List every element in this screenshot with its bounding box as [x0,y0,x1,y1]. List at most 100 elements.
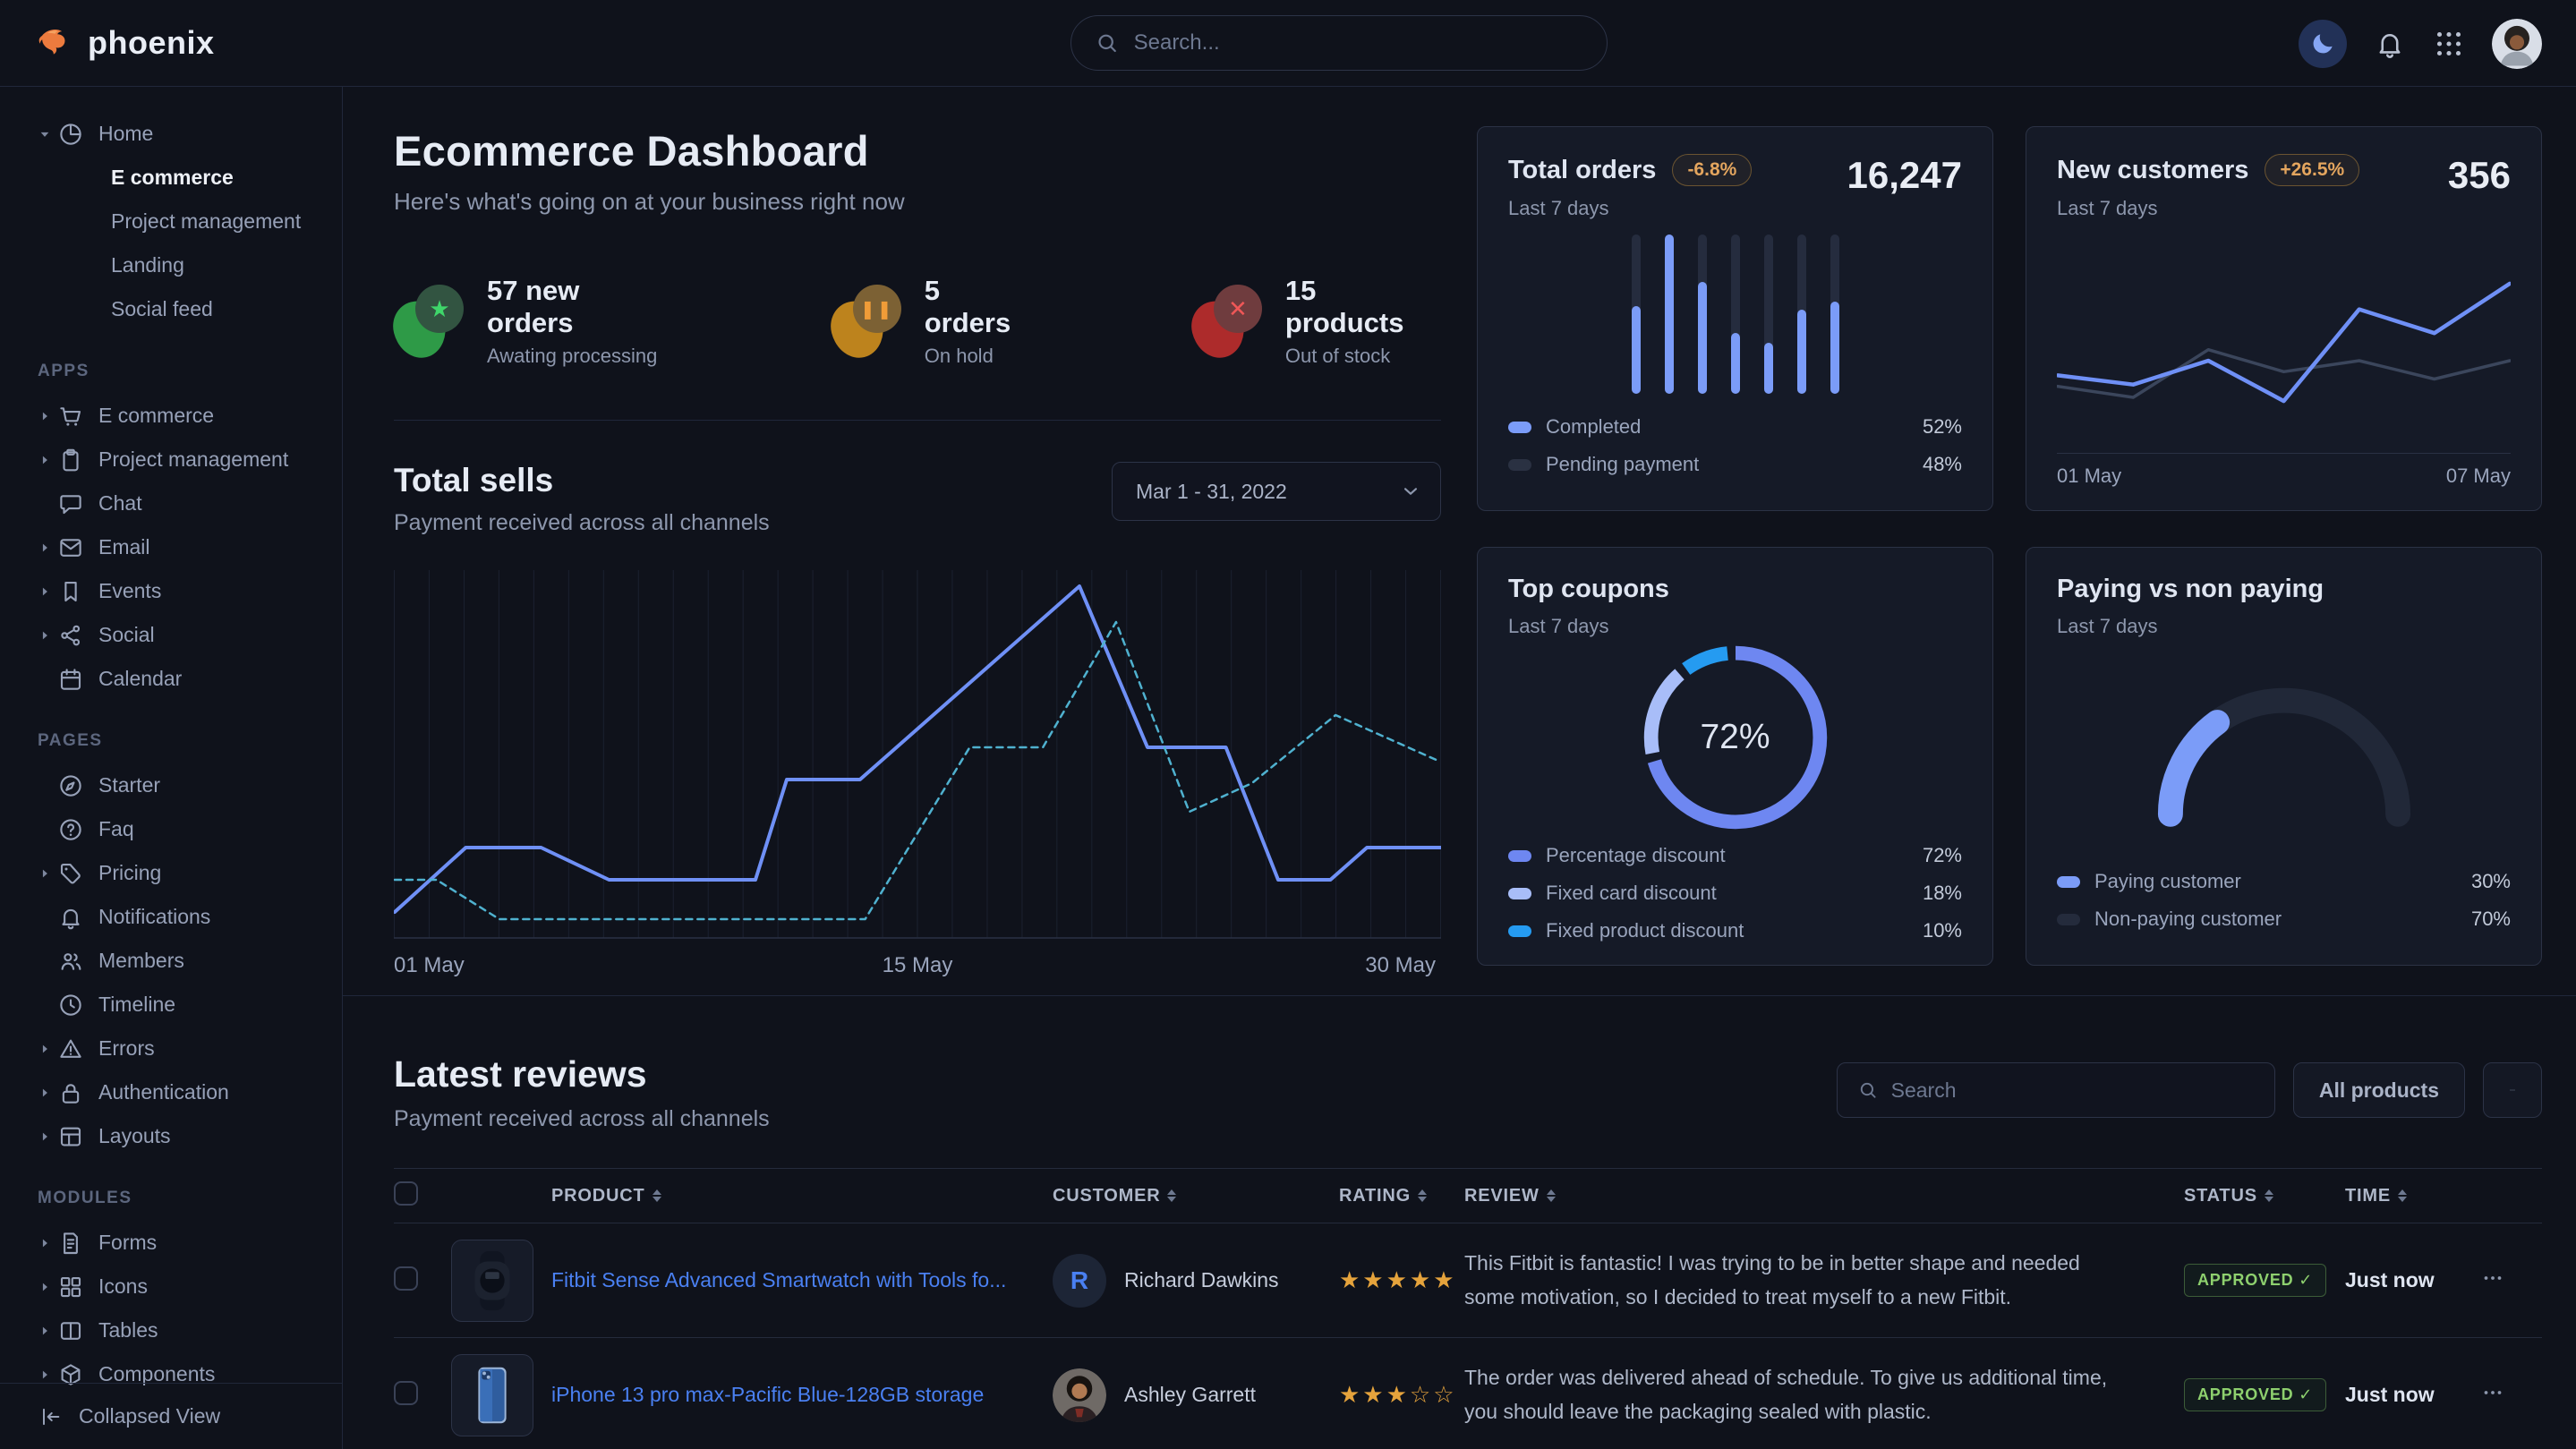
sidebar-item-label: Pricing [98,861,161,885]
total-sells-chart[interactable] [394,570,1441,939]
legend-percentage-discount: Percentage discount 72% [1508,837,1962,874]
donut-center-label: 72% [1636,638,1835,837]
share-icon [57,622,84,649]
caret-right-icon[interactable] [36,1278,55,1296]
mail-icon [57,534,84,561]
reviews-search-input[interactable] [1891,1078,2255,1103]
sidebar-item-timeline[interactable]: Timeline [0,983,342,1027]
sidebar-item-starter[interactable]: Starter [0,763,342,807]
reviews-more-button[interactable] [2483,1062,2542,1118]
brand[interactable]: phoenix [34,22,215,64]
global-search-input[interactable] [1134,30,1583,55]
caret-right-icon[interactable] [36,626,55,644]
sidebar-item-email[interactable]: Email [0,525,342,569]
sidebar-item-chat[interactable]: Chat [0,482,342,525]
apps-grid-icon[interactable] [2433,28,2465,60]
row-menu-icon[interactable] [2479,1265,2506,1291]
column-rating[interactable]: RATING [1339,1186,1464,1206]
caret-right-icon[interactable] [36,1040,55,1058]
global-search[interactable] [1070,15,1608,71]
sidebar-item-e-commerce[interactable]: E commerce [0,394,342,438]
row-checkbox[interactable] [394,1266,418,1291]
caret-right-icon[interactable] [36,539,55,557]
sidebar-item-pricing[interactable]: Pricing [0,851,342,895]
collapsed-view-toggle[interactable]: Collapsed View [0,1383,342,1449]
user-avatar[interactable] [2492,19,2542,69]
caret-right-icon[interactable] [36,583,55,601]
sidebar-item-label: Social [98,623,155,647]
row-checkbox[interactable] [394,1381,418,1405]
review-text: The order was delivered ahead of schedul… [1464,1361,2184,1429]
caret-right-icon[interactable] [36,1084,55,1102]
caret-right-icon[interactable] [36,451,55,469]
caret-right-icon[interactable] [36,407,55,425]
paying-gauge-chart[interactable] [2057,638,2511,863]
sidebar-item-events[interactable]: Events [0,569,342,613]
x-tick: 01 May [2057,465,2121,488]
bookmark-icon [57,578,84,605]
sidebar-item-social[interactable]: Social [0,613,342,657]
product-link[interactable]: Fitbit Sense Advanced Smartwatch with To… [551,1268,1042,1291]
order-bar [1632,234,1641,394]
card-title: Total orders [1508,156,1656,185]
all-products-button[interactable]: All products [2293,1062,2465,1118]
x-tick: 15 May [883,953,953,978]
caret-right-icon[interactable] [36,865,55,882]
reviews-table-header: PRODUCT CUSTOMER RATING REVIEW STATUS TI… [394,1168,2542,1223]
sidebar-item-errors[interactable]: Errors [0,1027,342,1070]
sidebar-subitem-project-management[interactable]: Project management [0,200,342,243]
bell-icon [57,904,84,931]
caret-right-icon[interactable] [36,1322,55,1340]
legend-swatch [1508,925,1531,937]
sidebar-item-forms[interactable]: Forms [0,1221,342,1265]
table-row[interactable]: iPhone 13 pro max-Pacific Blue-128GB sto… [394,1338,2542,1449]
caret-right-icon[interactable] [36,1234,55,1252]
theme-toggle-button[interactable] [2299,20,2347,68]
row-menu-icon[interactable] [2479,1379,2506,1406]
stats-row: ★ 57 new orders Awating processing ❚❚ 5 … [394,271,1441,371]
column-status[interactable]: STATUS [2184,1186,2345,1206]
coupons-donut-chart[interactable]: 72% [1636,638,1835,837]
caret-down-icon[interactable] [36,125,55,143]
table-row[interactable]: Fitbit Sense Advanced Smartwatch with To… [394,1223,2542,1338]
sidebar-item-notifications[interactable]: Notifications [0,895,342,939]
legend-label: Fixed card discount [1546,882,1717,905]
sidebar-item-home[interactable]: Home [0,112,342,156]
customer-name: Ashley Garrett [1124,1383,1256,1407]
column-customer[interactable]: CUSTOMER [1053,1186,1339,1206]
sidebar-item-icons[interactable]: Icons [0,1265,342,1308]
select-all-checkbox[interactable] [394,1181,418,1206]
sidebar-item-calendar[interactable]: Calendar [0,657,342,701]
sidebar-item-members[interactable]: Members [0,939,342,983]
caret-right-icon[interactable] [36,1366,55,1384]
sidebar-subitem-e-commerce[interactable]: E commerce [0,156,342,200]
sidebar-item-tables[interactable]: Tables [0,1308,342,1352]
sidebar-item-authentication[interactable]: Authentication [0,1070,342,1114]
sidebar-home-children: E commerceProject managementLandingSocia… [0,156,342,331]
new-customers-chart[interactable] [2057,238,2511,447]
file-icon [57,1230,84,1257]
date-range-select[interactable]: Mar 1 - 31, 2022 [1112,462,1441,521]
product-link[interactable]: iPhone 13 pro max-Pacific Blue-128GB sto… [551,1383,1019,1406]
sidebar-item-label: Chat [98,491,142,516]
sidebar-item-label: Home [98,122,153,146]
total-sells-x-axis: 01 May 15 May 30 May [394,953,1441,980]
sidebar-subitem-social-feed[interactable]: Social feed [0,287,342,331]
column-time[interactable]: TIME [2345,1186,2479,1206]
sidebar-subitem-landing[interactable]: Landing [0,243,342,287]
legend-swatch [1508,422,1531,433]
cart-icon [57,403,84,430]
stat-on-hold: ❚❚ 5 orders On hold [832,275,1033,368]
page-subtitle: Here's what's going on at your business … [394,188,1441,216]
latest-reviews-section: Latest reviews Payment received across a… [343,996,2576,1449]
column-review[interactable]: REVIEW [1464,1186,2184,1206]
reviews-search[interactable] [1837,1062,2275,1118]
legend-label: Completed [1546,415,1641,439]
sidebar-item-layouts[interactable]: Layouts [0,1114,342,1158]
column-product[interactable]: PRODUCT [551,1186,1053,1206]
sidebar-item-faq[interactable]: Faq [0,807,342,851]
sidebar-item-project-management[interactable]: Project management [0,438,342,482]
orders-bar-chart[interactable] [1632,234,1839,394]
caret-right-icon[interactable] [36,1128,55,1146]
notifications-bell-icon[interactable] [2374,28,2406,60]
